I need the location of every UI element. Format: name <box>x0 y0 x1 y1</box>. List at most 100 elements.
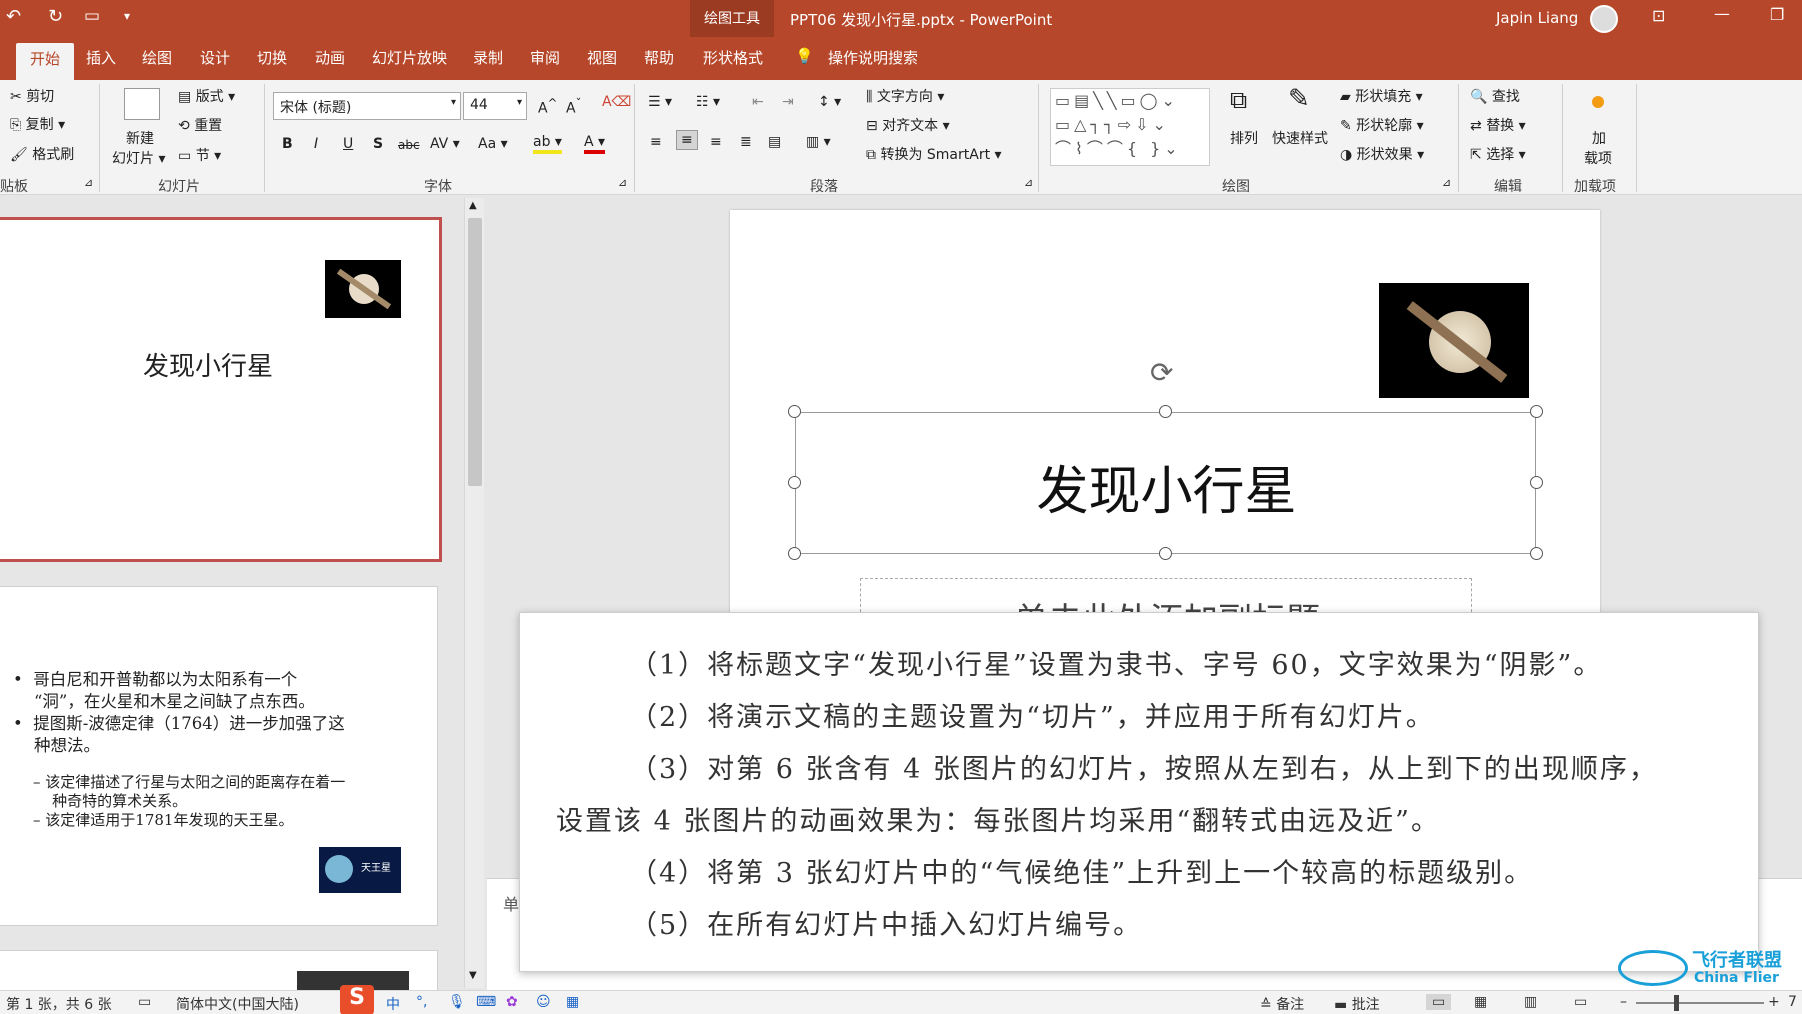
resize-handle[interactable] <box>788 476 801 489</box>
section-button[interactable]: ▭ 节 ▾ <box>178 145 221 165</box>
new-slide-icon[interactable] <box>124 88 160 120</box>
addins-label-1[interactable]: 加 <box>1592 128 1606 148</box>
shape-fill-button[interactable]: ▰ 形状填充 ▾ <box>1340 86 1423 106</box>
spellcheck-icon[interactable]: ▭ <box>138 994 151 1010</box>
shrink-font-icon[interactable]: Aˇ <box>566 96 581 117</box>
change-case-button[interactable]: Aa ▾ <box>478 136 508 152</box>
replace-button[interactable]: ⇄ 替换 ▾ <box>1470 115 1526 135</box>
char-spacing-button[interactable]: AV ▾ <box>430 136 460 152</box>
minimize-icon[interactable]: — <box>1714 4 1730 23</box>
scroll-down-icon[interactable]: ▼ <box>469 970 477 981</box>
shadow-button[interactable]: S <box>373 136 383 152</box>
mic-icon[interactable]: 🎙 <box>448 994 466 1010</box>
clear-format-icon[interactable]: A⌫ <box>602 94 631 110</box>
reading-view-icon[interactable]: ▥ <box>1524 994 1537 1010</box>
tab-review[interactable]: 审阅 <box>530 47 560 68</box>
chat-icon[interactable]: ☺ <box>536 994 551 1010</box>
text-direction-button[interactable]: ⫼ 文字方向 ▾ <box>866 86 944 106</box>
arrange-button[interactable]: 排列 <box>1230 128 1258 148</box>
slide-title[interactable]: 发现小行星 <box>796 449 1537 524</box>
language-indicator[interactable]: 简体中文(中国大陆) <box>176 994 299 1014</box>
tab-insert[interactable]: 插入 <box>86 47 116 68</box>
tab-view[interactable]: 视图 <box>587 47 617 68</box>
comments-button[interactable]: ▬ 批注 <box>1334 994 1380 1014</box>
smartart-button[interactable]: ⧉ 转换为 SmartArt ▾ <box>866 144 1002 164</box>
zoom-out-icon[interactable]: – <box>1620 994 1627 1010</box>
ribbon-display-icon[interactable]: ⊡ <box>1652 6 1665 25</box>
bullets-icon[interactable]: ☰ ▾ <box>648 94 672 110</box>
present-icon[interactable]: ▭ <box>84 6 100 26</box>
slide-thumbnail-1[interactable]: 发现小行星 <box>0 217 442 562</box>
resize-handle[interactable] <box>1159 547 1172 560</box>
tab-draw[interactable]: 绘图 <box>142 47 172 68</box>
find-button[interactable]: 🔍 查找 <box>1470 86 1520 106</box>
ime-mode[interactable]: 中 <box>386 994 400 1014</box>
shape-outline-button[interactable]: ✎ 形状轮廓 ▾ <box>1340 115 1424 135</box>
quick-styles-button[interactable]: 快速样式 <box>1272 128 1328 148</box>
paragraph-launcher-icon[interactable]: ⊿ <box>1024 176 1033 189</box>
ime-logo-icon[interactable]: S <box>340 985 374 1014</box>
tab-animations[interactable]: 动画 <box>315 47 345 68</box>
line-spacing-icon[interactable]: ↕ ▾ <box>818 94 841 110</box>
resize-handle[interactable] <box>788 547 801 560</box>
addins-label-2[interactable]: 载项 <box>1584 148 1612 168</box>
tab-help[interactable]: 帮助 <box>644 47 674 68</box>
skin-icon[interactable]: ✿ <box>506 994 518 1010</box>
drawing-launcher-icon[interactable]: ⊿ <box>1442 176 1451 189</box>
qat-more-icon[interactable]: ▾ <box>124 9 130 23</box>
tab-record[interactable]: 录制 <box>473 47 503 68</box>
slideshow-view-icon[interactable]: ▭ <box>1574 994 1587 1010</box>
cut-button[interactable]: ✂ 剪切 <box>10 86 54 106</box>
zoom-in-icon[interactable]: + <box>1768 994 1780 1010</box>
title-placeholder[interactable]: 发现小行星 <box>795 412 1536 554</box>
font-name-select[interactable]: 宋体 (标题) ▾ <box>273 92 461 120</box>
underline-button[interactable]: U <box>343 136 353 152</box>
redo-icon[interactable]: ↻ <box>48 6 63 27</box>
grow-font-icon[interactable]: A^ <box>538 96 557 117</box>
resize-handle[interactable] <box>1530 405 1543 418</box>
align-text-button[interactable]: ⊟ 对齐文本 ▾ <box>866 115 950 135</box>
zoom-level[interactable]: 7 <box>1788 994 1797 1010</box>
resize-handle[interactable] <box>1530 547 1543 560</box>
font-color-icon[interactable]: A ▾ <box>584 134 606 154</box>
highlight-icon[interactable]: ab ▾ <box>533 134 562 154</box>
increase-indent-icon[interactable]: ⇥ <box>782 94 794 110</box>
resize-handle[interactable] <box>788 405 801 418</box>
ime-punct-icon[interactable]: °, <box>416 994 427 1010</box>
normal-view-icon[interactable]: ▭ <box>1426 994 1452 1010</box>
arrange-icon[interactable]: ⧉ <box>1230 86 1247 114</box>
clipboard-launcher-icon[interactable]: ⊿ <box>84 176 93 189</box>
maximize-icon[interactable]: ❐ <box>1770 5 1784 24</box>
tab-design[interactable]: 设计 <box>200 47 230 68</box>
layout-button[interactable]: ▤ 版式 ▾ <box>178 86 235 106</box>
tell-me-search[interactable]: 操作说明搜索 <box>828 47 918 68</box>
rotate-handle-icon[interactable]: ⟳ <box>1150 356 1173 389</box>
addins-icon[interactable] <box>1592 96 1604 108</box>
numbering-icon[interactable]: ☷ ▾ <box>696 94 720 110</box>
font-launcher-icon[interactable]: ⊿ <box>618 176 627 189</box>
apps-icon[interactable]: ▦ <box>566 994 579 1010</box>
new-slide-label-1[interactable]: 新建 <box>126 128 154 148</box>
justify-icon[interactable]: ≣ <box>740 134 752 150</box>
tab-transitions[interactable]: 切换 <box>257 47 287 68</box>
reset-button[interactable]: ⟲ 重置 <box>178 115 222 135</box>
resize-handle[interactable] <box>1159 405 1172 418</box>
columns-icon[interactable]: ▥ ▾ <box>806 134 831 150</box>
notes-button[interactable]: ≙ 备注 <box>1260 994 1304 1014</box>
user-name[interactable]: Japin Liang <box>1496 9 1578 27</box>
tab-shape-format[interactable]: 形状格式 <box>703 47 763 68</box>
new-slide-label-2[interactable]: 幻灯片 ▾ <box>112 148 165 168</box>
italic-button[interactable]: I <box>314 136 318 152</box>
align-right-icon[interactable]: ≡ <box>710 134 722 150</box>
keyboard-icon[interactable]: ⌨ <box>476 994 496 1010</box>
undo-icon[interactable]: ↶ <box>6 6 21 27</box>
thumbnail-scrollbar[interactable]: ▲ ▼ <box>464 198 484 988</box>
strikethrough-button[interactable]: abc <box>398 138 420 152</box>
avatar[interactable] <box>1590 5 1618 33</box>
align-left-icon[interactable]: ≡ <box>650 134 662 150</box>
resize-handle[interactable] <box>1530 476 1543 489</box>
scrollbar-thumb[interactable] <box>468 218 482 486</box>
quick-styles-icon[interactable]: ✎ <box>1288 84 1310 114</box>
decrease-indent-icon[interactable]: ⇤ <box>752 94 764 110</box>
slide-thumbnail-2[interactable]: • 哥白尼和开普勒都以为太阳系有一个 “洞”，在火星和木星之间缺了点东西。 • … <box>0 586 438 926</box>
